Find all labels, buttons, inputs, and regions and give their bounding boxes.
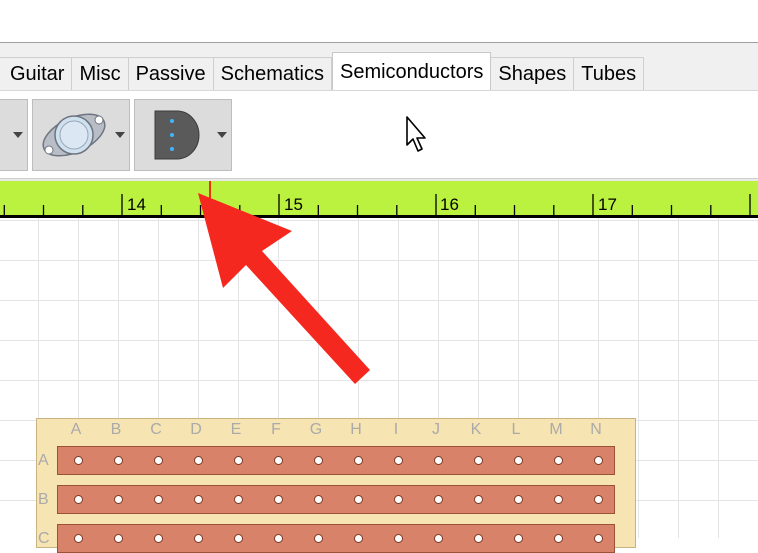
stripboard-component[interactable]: A B C D E F G H I J K L M N A B C — [36, 418, 636, 553]
board-hole — [474, 456, 483, 465]
board-hole — [474, 495, 483, 504]
board-hole — [274, 495, 283, 504]
board-hole — [154, 495, 163, 504]
board-hole — [194, 495, 203, 504]
ruler-label: 17 — [598, 195, 617, 214]
board-hole — [514, 456, 523, 465]
board-hole — [354, 534, 363, 543]
board-hole — [114, 495, 123, 504]
board-column-label: F — [271, 421, 281, 438]
tab-tubes[interactable]: Tubes — [574, 57, 645, 91]
board-hole — [314, 534, 323, 543]
board-hole — [514, 534, 523, 543]
board-hole — [234, 456, 243, 465]
tab-passive[interactable]: Passive — [128, 57, 214, 91]
component-toolbar — [0, 90, 758, 178]
board-row-label: B — [38, 491, 49, 508]
to92-transistor-icon — [154, 110, 200, 160]
board-hole — [314, 456, 323, 465]
to92-transistor-tool-button[interactable] — [134, 99, 232, 171]
board-hole — [434, 495, 443, 504]
board-column-label: H — [350, 421, 362, 438]
board-column-label: J — [432, 421, 440, 438]
board-hole — [154, 456, 163, 465]
board-hole — [274, 534, 283, 543]
board-hole — [74, 456, 83, 465]
dropdown-arrow-icon[interactable] — [217, 132, 227, 138]
mouse-cursor-icon — [406, 116, 426, 152]
board-hole — [434, 534, 443, 543]
horizontal-ruler[interactable]: 14 15 16 17 — [0, 181, 758, 218]
board-hole — [514, 495, 523, 504]
board-hole — [354, 495, 363, 504]
board-row-label: A — [38, 452, 49, 469]
ruler-label: 15 — [284, 195, 303, 214]
board-hole — [154, 534, 163, 543]
board-hole — [194, 534, 203, 543]
board-hole — [394, 495, 403, 504]
title-area — [0, 0, 758, 42]
ruler-label: 16 — [440, 195, 459, 214]
board-column-label: L — [511, 421, 521, 438]
board-row-label: C — [38, 530, 50, 547]
copper-strip — [57, 485, 615, 514]
board-hole — [394, 456, 403, 465]
board-hole — [434, 456, 443, 465]
tab-shapes[interactable]: Shapes — [491, 57, 575, 91]
board-column-label: A — [70, 421, 82, 438]
copper-strip — [57, 446, 615, 475]
board-hole — [354, 456, 363, 465]
to3-transistor-icon — [42, 113, 106, 157]
board-hole — [234, 534, 243, 543]
board-hole — [114, 456, 123, 465]
board-column-label: N — [590, 421, 602, 438]
board-hole — [194, 456, 203, 465]
board-hole — [394, 534, 403, 543]
board-hole — [114, 534, 123, 543]
tab-list: Guitar Misc Passive Schematics Semicondu… — [0, 52, 645, 92]
board-column-label: C — [150, 421, 162, 438]
board-hole — [594, 534, 603, 543]
copper-strip — [57, 524, 615, 553]
board-hole — [274, 456, 283, 465]
board-hole — [314, 495, 323, 504]
board-column-label: M — [549, 421, 563, 438]
board-hole — [554, 534, 563, 543]
to3-transistor-tool-button[interactable] — [32, 99, 130, 171]
board-column-label: B — [110, 421, 122, 438]
component-tool-button[interactable] — [0, 99, 28, 171]
board-hole — [594, 495, 603, 504]
board-column-label: G — [309, 421, 323, 438]
ruler-ticks: 14 15 16 17 — [3, 181, 751, 215]
component-tabstrip: Guitar Misc Passive Schematics Semicondu… — [0, 42, 758, 92]
board-column-label: E — [230, 421, 242, 438]
ruler-label: 14 — [127, 195, 146, 214]
tab-schematics[interactable]: Schematics — [213, 57, 332, 91]
board-hole — [554, 495, 563, 504]
tab-misc[interactable]: Misc — [72, 57, 129, 91]
board-hole — [594, 456, 603, 465]
tab-guitar[interactable]: Guitar — [0, 57, 73, 91]
tab-semiconductors[interactable]: Semiconductors — [331, 52, 492, 92]
dropdown-arrow-icon[interactable] — [13, 132, 23, 138]
dropdown-arrow-icon[interactable] — [115, 132, 125, 138]
board-column-label: K — [470, 421, 482, 438]
board-column-label: I — [393, 421, 399, 438]
board-hole — [74, 534, 83, 543]
board-hole — [554, 456, 563, 465]
board-hole — [474, 534, 483, 543]
board-hole — [234, 495, 243, 504]
board-column-label: D — [190, 421, 202, 438]
board-hole — [74, 495, 83, 504]
